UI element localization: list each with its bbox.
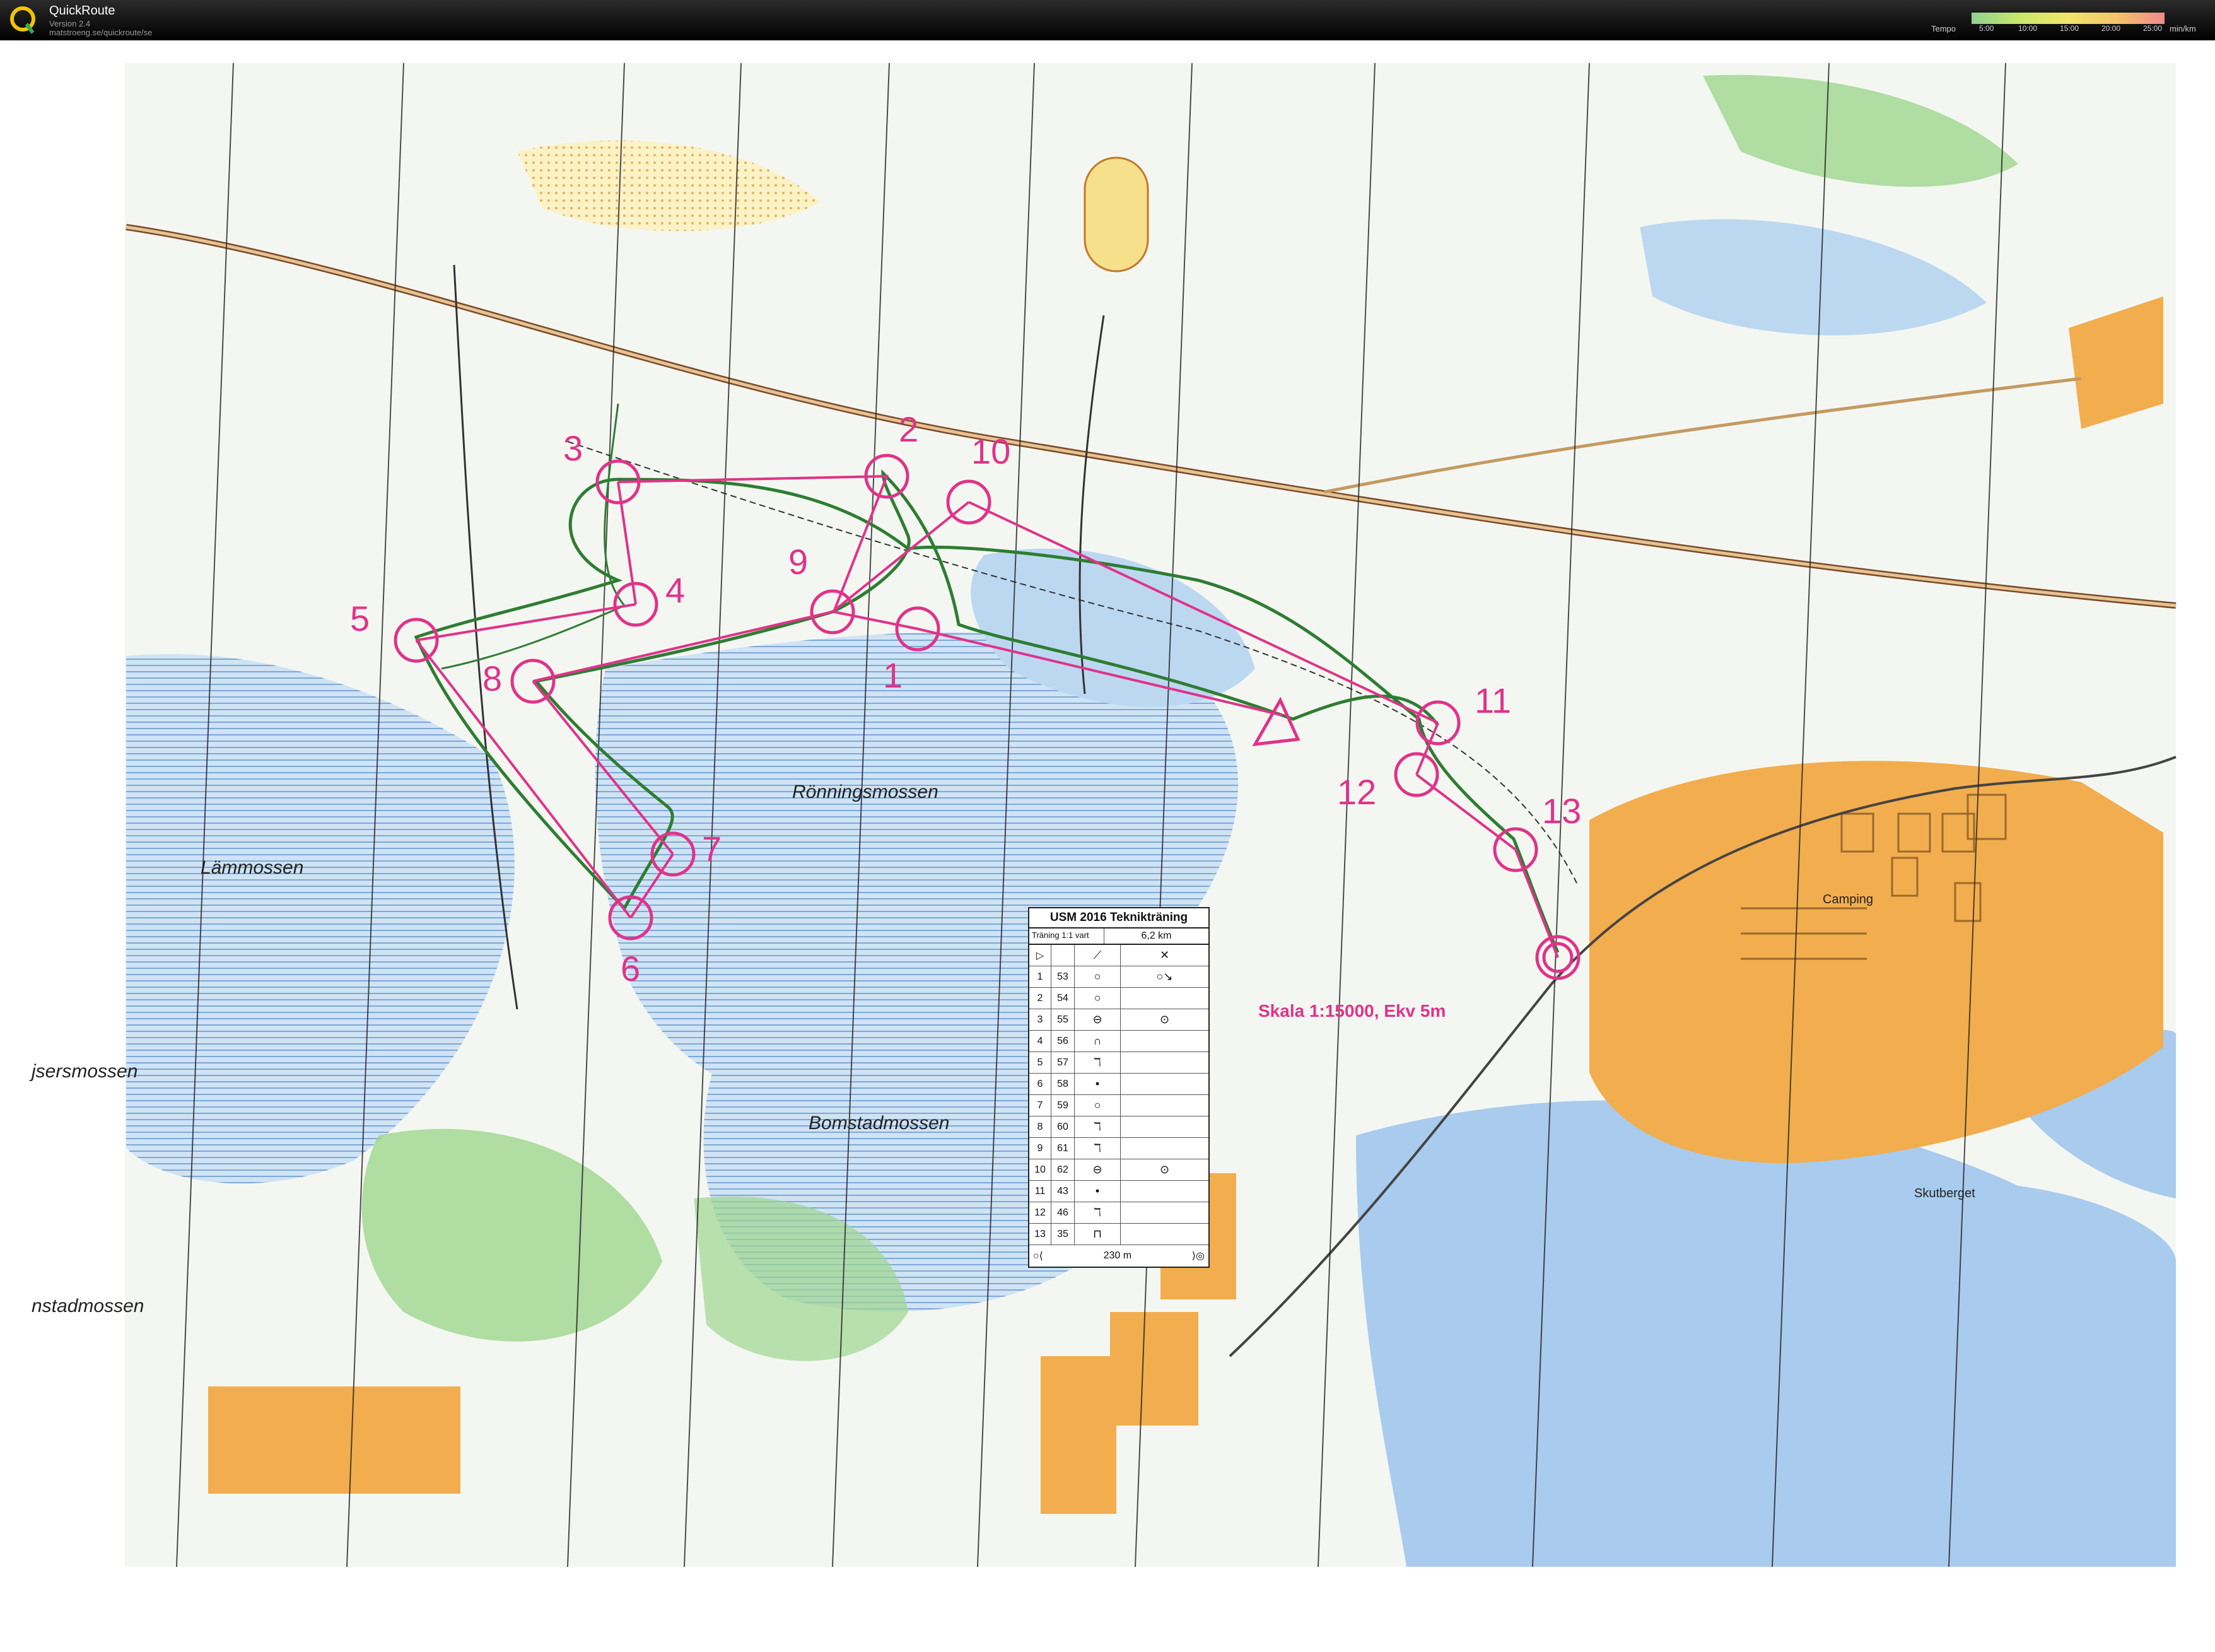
tempo-tick: 25:00 [2143, 24, 2163, 33]
tempo-tick: 20:00 [2101, 24, 2121, 33]
control-number-1: 1 [883, 655, 903, 695]
place-name-jsersmossen: jsersmossen [29, 1061, 137, 1082]
description-row: 2 54 ○ [1029, 988, 1208, 1009]
description-row: 9 61 ℸ [1029, 1138, 1208, 1159]
description-row: 4 56 ∩ [1029, 1031, 1208, 1052]
description-row: 12 46 ℸ [1029, 1202, 1208, 1224]
map-scale-text: Skala 1:15000, Ekv 5m [1258, 1001, 1446, 1021]
finish-circle-icon: ⟩◎ [1191, 1251, 1205, 1262]
app-title: QuickRoute [49, 4, 115, 18]
map-viewport[interactable]: 1 2 3 4 5 6 7 8 9 10 11 12 13 Lämmossen … [0, 40, 2215, 1652]
place-name-camping: Camping [1823, 893, 1873, 906]
tempo-tick: 5:00 [1979, 24, 1994, 33]
start-triangle-icon: ▷ [1029, 945, 1051, 966]
tempo-unit: min/km [2170, 24, 2196, 33]
control-number-7: 7 [702, 829, 722, 869]
app-header: QuickRoute Version 2.4 matstroeng.se/qui… [0, 0, 2215, 40]
field-area [1041, 1356, 1116, 1514]
control-number-12: 12 [1337, 772, 1376, 812]
control-number-13: 13 [1542, 791, 1581, 831]
sports-track [1084, 156, 1149, 272]
place-name-lammossen: Lämmossen [201, 857, 303, 878]
control-number-11: 11 [1475, 681, 1511, 720]
control-number-5: 5 [350, 599, 370, 638]
place-name-nstadmossen: nstadmossen [32, 1296, 144, 1316]
finish-from-control-icon: ○⟨ [1033, 1251, 1043, 1262]
description-row: 13 35 ⊓ [1029, 1224, 1208, 1245]
field-area [208, 1386, 460, 1494]
orienteering-map[interactable]: 1 2 3 4 5 6 7 8 9 10 11 12 13 Lämmossen … [0, 40, 2215, 1652]
finish-distance: 230 m [1103, 1250, 1132, 1261]
tempo-tick: 10:00 [2018, 24, 2038, 33]
description-row: 10 62 ⊖ ⊙ [1029, 1159, 1208, 1181]
control-description-card: USM 2016 Teknikträning Träning 1:1 vart … [1028, 907, 1210, 1268]
description-subheader: Träning 1:1 vart 6,2 km [1029, 929, 1208, 945]
control-number-9: 9 [788, 542, 808, 582]
description-distance: 6,2 km [1141, 930, 1172, 941]
tempo-color-scale [1972, 13, 2165, 24]
description-title: USM 2016 Teknikträning [1029, 908, 1208, 929]
description-subtitle: Träning 1:1 vart [1029, 929, 1104, 944]
control-number-8: 8 [482, 659, 502, 698]
field-area [1110, 1312, 1198, 1426]
description-row: 1 53 ○ ○↘ [1029, 966, 1208, 988]
quickroute-logo-icon [10, 6, 35, 34]
description-row: 5 57 ℸ [1029, 1052, 1208, 1074]
description-footer: ○⟨ 230 m ⟩◎ [1029, 1245, 1208, 1267]
tempo-label: Tempo [1931, 24, 1956, 33]
app-url[interactable]: matstroeng.se/quickroute/se [49, 28, 152, 37]
description-rows: 1 53 ○ ○↘ 2 54 ○ 3 55 ⊖ ⊙ 4 56 ∩ 5 57 ℸ 6 58 • 7 59 ○ 86… [1029, 966, 1208, 1245]
description-row: 7 59 ○ [1029, 1095, 1208, 1116]
control-number-6: 6 [621, 949, 640, 988]
description-row: 6 58 • [1029, 1074, 1208, 1095]
control-number-10: 10 [971, 431, 1010, 471]
control-number-3: 3 [563, 428, 583, 468]
control-number-4: 4 [665, 570, 685, 610]
place-name-bomstadmossen: Bomstadmossen [809, 1113, 949, 1134]
description-row: 3 55 ⊖ ⊙ [1029, 1009, 1208, 1031]
tempo-tick: 15:00 [2060, 24, 2079, 33]
app-version: Version 2.4 [49, 19, 91, 28]
description-row: 8 60 ℸ [1029, 1116, 1208, 1138]
control-number-2: 2 [899, 409, 918, 449]
description-row: 11 43 • [1029, 1181, 1208, 1202]
place-name-skutberget: Skutberget [1914, 1186, 1975, 1200]
place-name-ronningsmossen: Rönningsmossen [792, 782, 938, 802]
description-start-row: ▷ ⟋ ✕ [1029, 945, 1208, 966]
crossing-symbol-icon: ✕ [1159, 949, 1170, 961]
path-symbol-icon: ⟋ [1075, 945, 1121, 966]
